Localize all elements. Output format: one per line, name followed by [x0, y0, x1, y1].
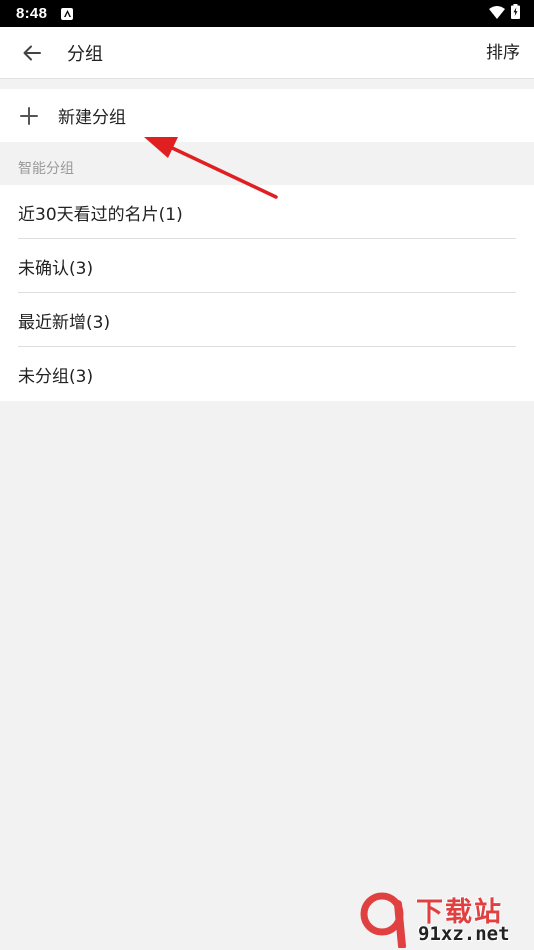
watermark-domain: 91xz.net: [418, 923, 510, 945]
status-bar: 8:48: [0, 0, 534, 27]
group-item-recent-viewed[interactable]: 近30天看过的名片(1): [0, 185, 534, 239]
status-left: 8:48: [16, 5, 74, 22]
new-group-button[interactable]: 新建分组: [0, 89, 534, 142]
annotation-arrow: [144, 137, 278, 199]
group-item-label: 最近新增(3): [18, 312, 111, 333]
battery-charging-icon: [511, 4, 520, 23]
smart-groups-header: 智能分组: [18, 161, 74, 177]
wifi-icon: [489, 4, 505, 23]
app-bar: 分组 排序: [0, 27, 534, 79]
arrow-left-icon: [23, 45, 41, 60]
group-item-label: 未分组(3): [18, 366, 94, 387]
sort-button[interactable]: 排序: [486, 27, 520, 79]
page-title: 分组: [67, 43, 103, 65]
group-item-label: 未确认(3): [18, 258, 94, 279]
status-time: 8:48: [16, 5, 48, 22]
back-button[interactable]: [0, 27, 64, 79]
group-item-ungrouped[interactable]: 未分组(3): [0, 347, 534, 401]
group-item-unconfirmed[interactable]: 未确认(3): [0, 239, 534, 293]
plus-icon: [0, 89, 58, 142]
group-item-recently-added[interactable]: 最近新增(3): [0, 293, 534, 347]
status-right: [489, 4, 520, 23]
watermark: 下载站 91xz.net: [358, 890, 530, 948]
watermark-logo-icon: [360, 892, 406, 948]
new-group-label: 新建分组: [58, 108, 126, 128]
screen: 8:48 分组 排序 新建分组 智能分组 近30天看过的名片(1) 未确认(3)…: [0, 0, 534, 950]
notification-a-icon: [61, 7, 74, 20]
group-item-label: 近30天看过的名片(1): [18, 204, 183, 225]
smart-group-list: 近30天看过的名片(1) 未确认(3) 最近新增(3) 未分组(3): [0, 185, 534, 401]
